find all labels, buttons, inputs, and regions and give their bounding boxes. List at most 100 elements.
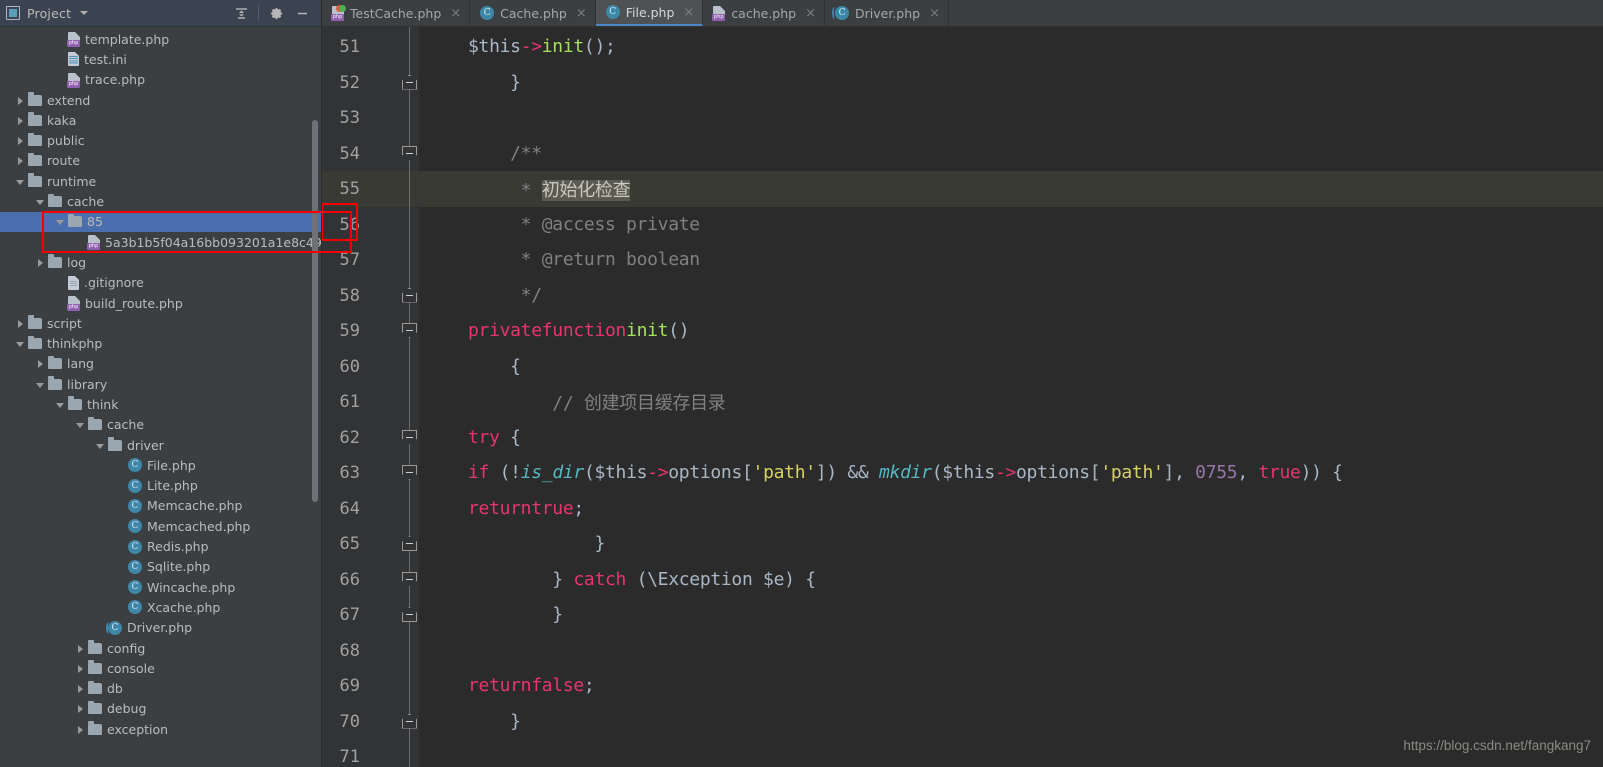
- code-line[interactable]: }: [419, 526, 1603, 562]
- chevron-down-icon[interactable]: [34, 195, 47, 208]
- gear-icon[interactable]: [263, 1, 289, 25]
- code-line[interactable]: {: [419, 349, 1603, 385]
- code-line[interactable]: */: [419, 278, 1603, 314]
- project-file-tree[interactable]: template.phptest.initrace.phpextendkakap…: [0, 27, 321, 767]
- editor-tab-testcache-php[interactable]: TestCache.php×: [322, 0, 470, 26]
- code-line[interactable]: }: [419, 65, 1603, 101]
- collapse-all-icon[interactable]: [228, 1, 254, 25]
- code-line[interactable]: if (!is_dir($this->options['path']) && m…: [419, 455, 1603, 491]
- line-number-gutter[interactable]: 5152535455565758596061626364656667686970…: [322, 27, 419, 767]
- chevron-down-icon[interactable]: [14, 337, 27, 350]
- tree-item-route[interactable]: route: [0, 151, 321, 171]
- chevron-right-icon[interactable]: [34, 256, 47, 269]
- editor-tab-bar[interactable]: TestCache.php×CCache.php×CFile.php×cache…: [322, 0, 1603, 27]
- tree-item-config[interactable]: config: [0, 638, 321, 658]
- tree-item-trace-php[interactable]: trace.php: [0, 70, 321, 90]
- code-fold-toggle[interactable]: [402, 430, 417, 445]
- chevron-right-icon[interactable]: [74, 662, 87, 675]
- chevron-right-icon[interactable]: [74, 642, 87, 655]
- code-fold-toggle[interactable]: [402, 323, 417, 338]
- editor-tab-driver-php[interactable]: CDriver.php×: [825, 0, 949, 26]
- tree-item-thinkphp[interactable]: thinkphp: [0, 333, 321, 353]
- tree-item-template-php[interactable]: template.php: [0, 29, 321, 49]
- code-fold-toggle[interactable]: [402, 465, 417, 480]
- code-line[interactable]: * 初始化检查: [419, 171, 1603, 207]
- code-line[interactable]: }: [419, 704, 1603, 740]
- chevron-right-icon[interactable]: [14, 317, 27, 330]
- chevron-down-icon[interactable]: [54, 215, 67, 228]
- tree-item-85[interactable]: 85: [0, 212, 321, 232]
- tree-item-5a3b1b5f04a16bb093201a1e8c4910-[interactable]: 5a3b1b5f04a16bb093201a1e8c4910.: [0, 232, 321, 252]
- code-line[interactable]: try {: [419, 420, 1603, 456]
- tree-item-cache[interactable]: cache: [0, 191, 321, 211]
- tree-item-test-ini[interactable]: test.ini: [0, 49, 321, 69]
- chevron-right-icon[interactable]: [14, 134, 27, 147]
- tree-item-db[interactable]: db: [0, 679, 321, 699]
- tree-item-memcached-php[interactable]: CMemcached.php: [0, 516, 321, 536]
- close-icon[interactable]: ×: [805, 6, 816, 21]
- close-icon[interactable]: ×: [450, 6, 461, 21]
- code-line[interactable]: [419, 100, 1603, 136]
- chevron-down-icon[interactable]: [74, 418, 87, 431]
- code-fold-toggle[interactable]: [402, 288, 417, 303]
- chevron-down-icon[interactable]: [34, 378, 47, 391]
- code-line[interactable]: // 创建项目缓存目录: [419, 384, 1603, 420]
- chevron-right-icon[interactable]: [74, 702, 87, 715]
- chevron-right-icon[interactable]: [14, 154, 27, 167]
- chevron-right-icon[interactable]: [74, 682, 87, 695]
- tree-item-driver[interactable]: driver: [0, 435, 321, 455]
- tree-item-script[interactable]: script: [0, 313, 321, 333]
- code-line[interactable]: $this->init();: [419, 29, 1603, 65]
- tree-item-file-php[interactable]: CFile.php: [0, 455, 321, 475]
- chevron-right-icon[interactable]: [34, 357, 47, 370]
- tree-item-lang[interactable]: lang: [0, 354, 321, 374]
- code-line[interactable]: } catch (\Exception $e) {: [419, 562, 1603, 598]
- code-fold-toggle[interactable]: [402, 714, 417, 729]
- code-line[interactable]: * @return boolean: [419, 242, 1603, 278]
- tree-item-think[interactable]: think: [0, 394, 321, 414]
- editor-tab-cache-php[interactable]: CCache.php×: [470, 0, 596, 26]
- code-line[interactable]: * @access private: [419, 207, 1603, 243]
- tree-item-lite-php[interactable]: CLite.php: [0, 476, 321, 496]
- tree-item--gitignore[interactable]: .gitignore: [0, 273, 321, 293]
- chevron-down-icon[interactable]: [54, 398, 67, 411]
- code-line[interactable]: /**: [419, 136, 1603, 172]
- tree-item-debug[interactable]: debug: [0, 699, 321, 719]
- code-line[interactable]: [419, 633, 1603, 669]
- code-text-area[interactable]: $this->init(); } /** * 初始化检查 * @access p…: [419, 27, 1603, 767]
- sidebar-scrollbar[interactable]: [312, 120, 318, 502]
- tree-item-kaka[interactable]: kaka: [0, 110, 321, 130]
- tree-item-runtime[interactable]: runtime: [0, 171, 321, 191]
- code-line[interactable]: }: [419, 597, 1603, 633]
- chevron-right-icon[interactable]: [74, 723, 87, 736]
- chevron-right-icon[interactable]: [14, 114, 27, 127]
- tree-item-console[interactable]: console: [0, 658, 321, 678]
- chevron-down-icon[interactable]: [94, 439, 107, 452]
- tree-item-build-route-php[interactable]: build_route.php: [0, 293, 321, 313]
- editor-tab-cache-php[interactable]: cache.php×: [703, 0, 825, 26]
- code-line[interactable]: return false;: [419, 668, 1603, 704]
- chevron-down-icon[interactable]: [80, 11, 88, 15]
- tree-item-exception[interactable]: exception: [0, 719, 321, 739]
- tree-item-public[interactable]: public: [0, 130, 321, 150]
- code-fold-toggle[interactable]: [402, 75, 417, 90]
- tree-item-driver-php[interactable]: CDriver.php: [0, 618, 321, 638]
- tree-item-xcache-php[interactable]: CXcache.php: [0, 597, 321, 617]
- code-line[interactable]: private function init(): [419, 313, 1603, 349]
- code-fold-toggle[interactable]: [402, 146, 417, 161]
- chevron-right-icon[interactable]: [14, 94, 27, 107]
- close-icon[interactable]: ×: [683, 5, 694, 20]
- tree-item-cache[interactable]: cache: [0, 415, 321, 435]
- code-fold-toggle[interactable]: [402, 536, 417, 551]
- tree-item-sqlite-php[interactable]: CSqlite.php: [0, 557, 321, 577]
- code-fold-toggle[interactable]: [402, 607, 417, 622]
- code-line[interactable]: return true;: [419, 491, 1603, 527]
- close-icon[interactable]: ×: [929, 6, 940, 21]
- tree-item-library[interactable]: library: [0, 374, 321, 394]
- tree-item-memcache-php[interactable]: CMemcache.php: [0, 496, 321, 516]
- close-icon[interactable]: ×: [576, 6, 587, 21]
- editor-tab-file-php[interactable]: CFile.php×: [596, 0, 704, 26]
- tree-item-redis-php[interactable]: CRedis.php: [0, 536, 321, 556]
- minimize-icon[interactable]: [289, 1, 315, 25]
- tree-item-log[interactable]: log: [0, 252, 321, 272]
